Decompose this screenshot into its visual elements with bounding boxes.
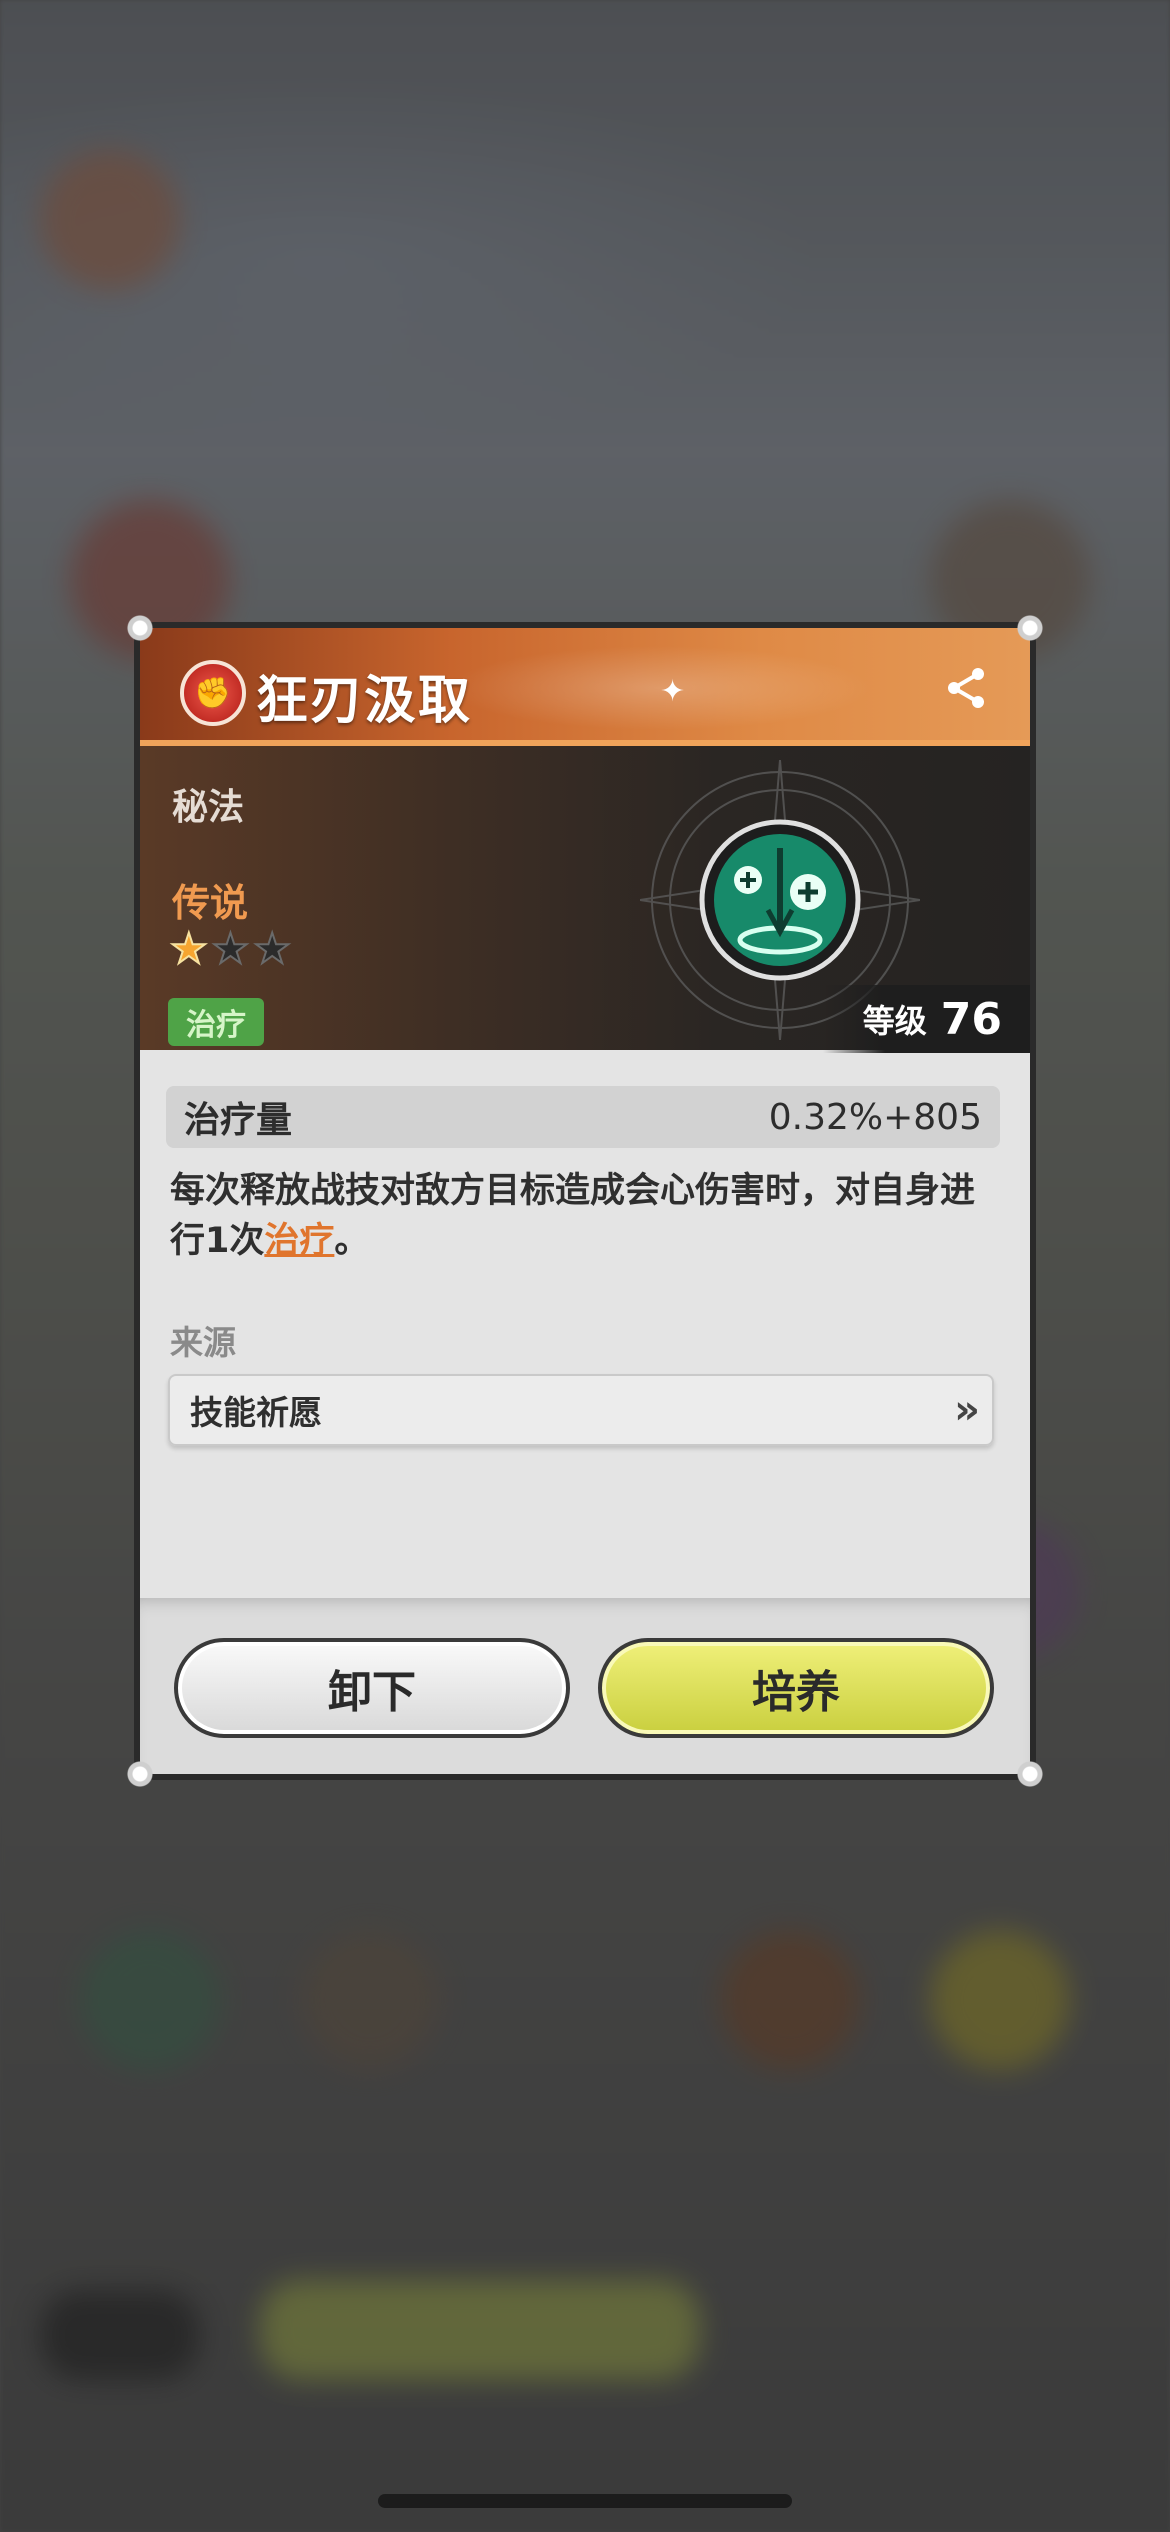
stat-value: 0.32%+805 bbox=[768, 1096, 982, 1138]
description-end: 。 bbox=[334, 1221, 370, 1261]
corner-ornament-icon bbox=[1013, 1757, 1047, 1791]
skill-detail-dialog: ✊ 狂刃汲取 ✦ 秘法 传说 ★ ★ ★ 治疗 等级 76 治疗量 0.32%+… bbox=[123, 611, 1047, 1791]
skill-hero-panel: 秘法 传说 ★ ★ ★ 治疗 等级 76 bbox=[140, 740, 1030, 1053]
unequip-button[interactable]: 卸下 bbox=[174, 1638, 570, 1738]
skill-rarity: 传说 bbox=[172, 881, 249, 925]
skill-tag: 治疗 bbox=[168, 998, 264, 1046]
source-label: 来源 bbox=[170, 1323, 236, 1362]
skill-level: 等级 76 bbox=[822, 985, 1030, 1053]
dialog-card: ✊ 狂刃汲取 ✦ 秘法 传说 ★ ★ ★ 治疗 等级 76 治疗量 0.32%+… bbox=[140, 628, 1030, 1774]
source-link-button[interactable]: 技能祈愿 » bbox=[168, 1374, 994, 1446]
stat-name: 治疗量 bbox=[184, 1100, 293, 1141]
home-indicator[interactable] bbox=[378, 2494, 792, 2508]
source-value: 技能祈愿 bbox=[190, 1393, 322, 1432]
heal-keyword-link[interactable]: 治疗 bbox=[264, 1221, 334, 1261]
level-label: 等级 bbox=[862, 1002, 927, 1040]
fist-emblem-icon: ✊ bbox=[180, 660, 246, 726]
double-chevron-right-icon: » bbox=[954, 1387, 980, 1433]
train-button[interactable]: 培养 bbox=[598, 1638, 994, 1738]
star-rating: ★ ★ ★ bbox=[169, 924, 292, 973]
star-filled-icon: ★ bbox=[169, 924, 209, 973]
skill-category: 秘法 bbox=[172, 787, 245, 828]
star-empty-icon: ★ bbox=[252, 924, 292, 973]
skill-title: 狂刃汲取 bbox=[256, 671, 473, 731]
corner-ornament-icon bbox=[123, 1757, 157, 1791]
skill-description: 每次释放战技对敌方目标造成会心伤害时，对自身进行1次治疗。 bbox=[170, 1166, 1000, 1266]
dialog-header: ✊ 狂刃汲取 ✦ bbox=[140, 628, 1030, 740]
share-icon[interactable] bbox=[942, 664, 990, 712]
level-value: 76 bbox=[940, 993, 1002, 1045]
corner-ornament-icon bbox=[1013, 611, 1047, 645]
corner-ornament-icon bbox=[123, 611, 157, 645]
stat-row: 治疗量 0.32%+805 bbox=[166, 1086, 1000, 1148]
sparkle-icon: ✦ bbox=[660, 674, 686, 709]
star-empty-icon: ★ bbox=[211, 924, 251, 973]
